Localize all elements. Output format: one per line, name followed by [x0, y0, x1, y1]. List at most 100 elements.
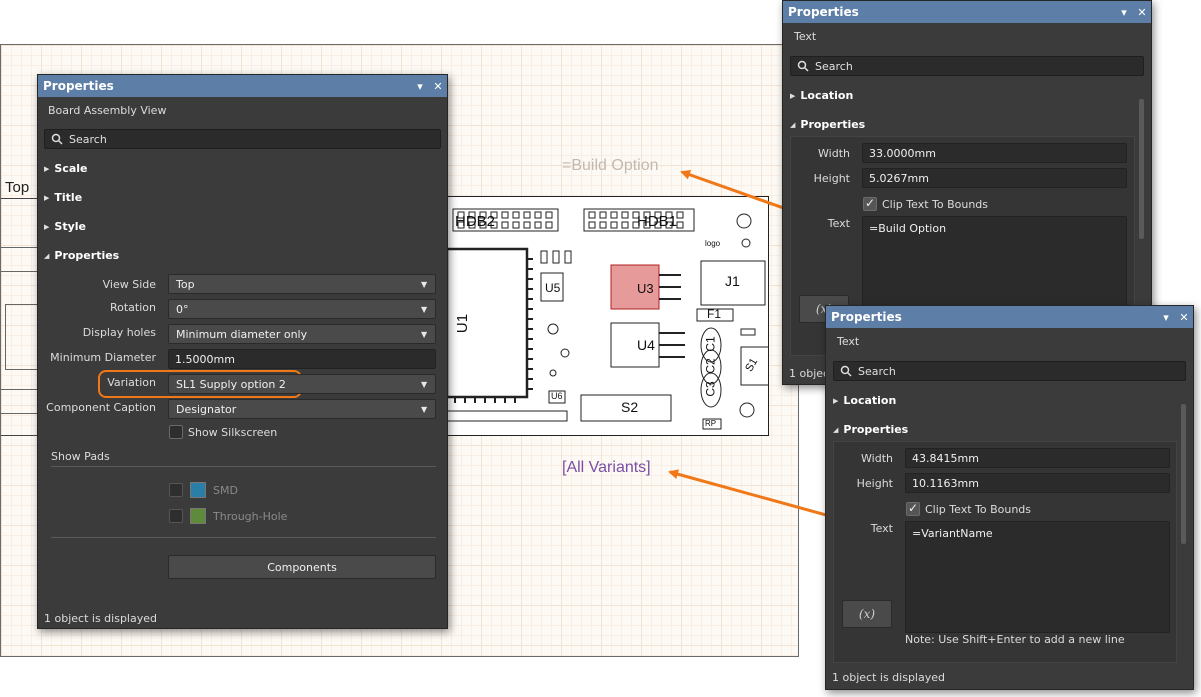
panel-scrollbar[interactable]	[1181, 404, 1186, 544]
search-box[interactable]	[44, 129, 441, 149]
dropdown-value: 0°	[176, 302, 189, 316]
pcb-label-c1: C1	[703, 336, 718, 352]
height-field[interactable]: 10.1163mm	[905, 473, 1170, 493]
status-bar-text: 1 object is displayed	[832, 671, 945, 684]
height-field[interactable]: 5.0267mm	[862, 168, 1127, 188]
dropdown-arrow-icon: ▼	[421, 279, 428, 289]
search-box[interactable]	[833, 361, 1186, 381]
pcb-label-c3: C3	[703, 381, 718, 397]
minimum-diameter-label: Minimum Diameter	[50, 351, 156, 364]
dropdown-value: Designator	[176, 402, 237, 416]
pcb-label-u3: U3	[637, 281, 654, 296]
clip-text-label: Clip Text To Bounds	[882, 198, 989, 211]
clip-text-checkbox[interactable]	[906, 501, 920, 516]
search-input[interactable]	[815, 59, 1095, 73]
search-input[interactable]	[69, 132, 349, 146]
section-location[interactable]: ▶ Location	[790, 89, 853, 102]
clip-text-checkbox[interactable]	[863, 196, 877, 211]
field-value: 10.1163mm	[912, 476, 979, 490]
expand-open-icon: ◢	[44, 251, 50, 260]
show-pads-label: Show Pads	[51, 450, 110, 463]
panel-titlebar[interactable]: Properties ▾ ✕	[783, 1, 1151, 23]
all-variants-string[interactable]: [All Variants]	[562, 459, 651, 477]
text-value-area[interactable]: =VariantName	[905, 521, 1170, 633]
section-label: Style	[54, 220, 86, 233]
dropdown-value: Top	[176, 277, 195, 291]
dropdown-arrow-icon: ▼	[421, 304, 428, 314]
components-divider	[51, 537, 436, 538]
section-title[interactable]: ▶ Title	[44, 191, 82, 204]
search-icon	[51, 133, 63, 145]
expand-closed-icon: ▶	[44, 193, 50, 202]
clip-text-label: Clip Text To Bounds	[925, 503, 1032, 516]
text-value-area[interactable]: =Build Option	[862, 216, 1127, 316]
display-holes-dropdown[interactable]: Minimum diameter only ▼	[168, 324, 436, 344]
view-side-dropdown[interactable]: Top ▼	[168, 274, 436, 294]
sheet-view-label: Top	[5, 179, 30, 196]
panel-subtitle: Text	[794, 30, 817, 43]
variation-dropdown[interactable]: SL1 Supply option 2 ▼	[168, 374, 436, 394]
expand-closed-icon: ▶	[790, 91, 796, 100]
section-scale[interactable]: ▶ Scale	[44, 162, 88, 175]
smd-color-swatch[interactable]	[190, 482, 206, 498]
pcb-board[interactable]: HDB2 HDB1 U1 U5 U3 J1 F1 U4 C1 C2 C3 S1 …	[440, 196, 769, 436]
width-field[interactable]: 33.0000mm	[862, 143, 1127, 163]
section-properties[interactable]: ◢ Properties	[44, 249, 119, 262]
close-icon[interactable]: ✕	[1133, 6, 1151, 19]
close-icon[interactable]: ✕	[429, 80, 447, 93]
section-style[interactable]: ▶ Style	[44, 220, 86, 233]
show-silkscreen-checkbox[interactable]	[169, 425, 183, 439]
section-location[interactable]: ▶ Location	[833, 394, 896, 407]
section-properties[interactable]: ◢ Properties	[833, 423, 908, 436]
insert-expression-button[interactable]: (x)	[842, 600, 892, 628]
text-value: =VariantName	[912, 527, 993, 540]
build-option-string[interactable]: =Build Option	[562, 157, 659, 175]
view-side-label: View Side	[102, 278, 156, 291]
pcb-label-rp: RP	[705, 419, 717, 428]
width-field[interactable]: 43.8415mm	[905, 448, 1170, 468]
panel-scrollbar[interactable]	[1139, 99, 1144, 239]
rotation-dropdown[interactable]: 0° ▼	[168, 299, 436, 319]
show-silkscreen-label: Show Silkscreen	[188, 426, 278, 439]
sheet-left-table	[1, 198, 41, 436]
pcb-label-f1: F1	[707, 307, 722, 321]
shift-enter-note: Note: Use Shift+Enter to add a new line	[905, 633, 1125, 646]
component-caption-dropdown[interactable]: Designator ▼	[168, 399, 436, 419]
pin-dropdown-icon[interactable]: ▾	[411, 80, 429, 93]
minimum-diameter-field[interactable]: 1.5000mm	[168, 349, 436, 369]
section-label: Title	[54, 191, 83, 204]
components-button[interactable]: Components	[168, 555, 436, 579]
pin-dropdown-icon[interactable]: ▾	[1115, 6, 1133, 19]
height-label: Height	[813, 172, 850, 185]
through-hole-color-swatch[interactable]	[190, 508, 206, 524]
through-hole-checkbox[interactable]	[169, 509, 183, 523]
section-properties[interactable]: ◢ Properties	[790, 118, 865, 131]
width-label: Width	[861, 452, 893, 465]
pin-dropdown-icon[interactable]: ▾	[1157, 311, 1175, 324]
search-box[interactable]	[790, 56, 1144, 76]
panel-titlebar[interactable]: Properties ▾ ✕	[38, 75, 447, 97]
smd-checkbox[interactable]	[169, 483, 183, 497]
dropdown-value: Minimum diameter only	[176, 327, 308, 341]
through-hole-label: Through-Hole	[213, 510, 288, 523]
panel-subtitle: Board Assembly View	[48, 104, 167, 117]
status-bar-text: 1 object is displayed	[44, 612, 157, 625]
panel-title: Properties	[788, 5, 859, 19]
height-label: Height	[856, 477, 893, 490]
section-label: Scale	[54, 162, 88, 175]
pcb-label-logo: logo	[705, 239, 721, 248]
panel-titlebar[interactable]: Properties ▾ ✕	[826, 306, 1193, 328]
section-label: Properties	[843, 423, 909, 436]
rotation-label: Rotation	[109, 301, 156, 314]
text-label: Text	[870, 522, 893, 535]
pcb-label-c2: C2	[703, 358, 718, 374]
close-icon[interactable]: ✕	[1175, 311, 1193, 324]
section-label: Properties	[54, 249, 120, 262]
display-holes-label: Display holes	[82, 326, 156, 339]
expand-closed-icon: ▶	[44, 222, 50, 231]
field-value: 1.5000mm	[175, 352, 235, 366]
variant-text-properties-panel: Properties ▾ ✕ Text ▶ Location ◢ Propertie…	[825, 305, 1194, 690]
text-value: =Build Option	[869, 222, 947, 235]
search-icon	[797, 60, 809, 72]
search-input[interactable]	[858, 364, 1138, 378]
